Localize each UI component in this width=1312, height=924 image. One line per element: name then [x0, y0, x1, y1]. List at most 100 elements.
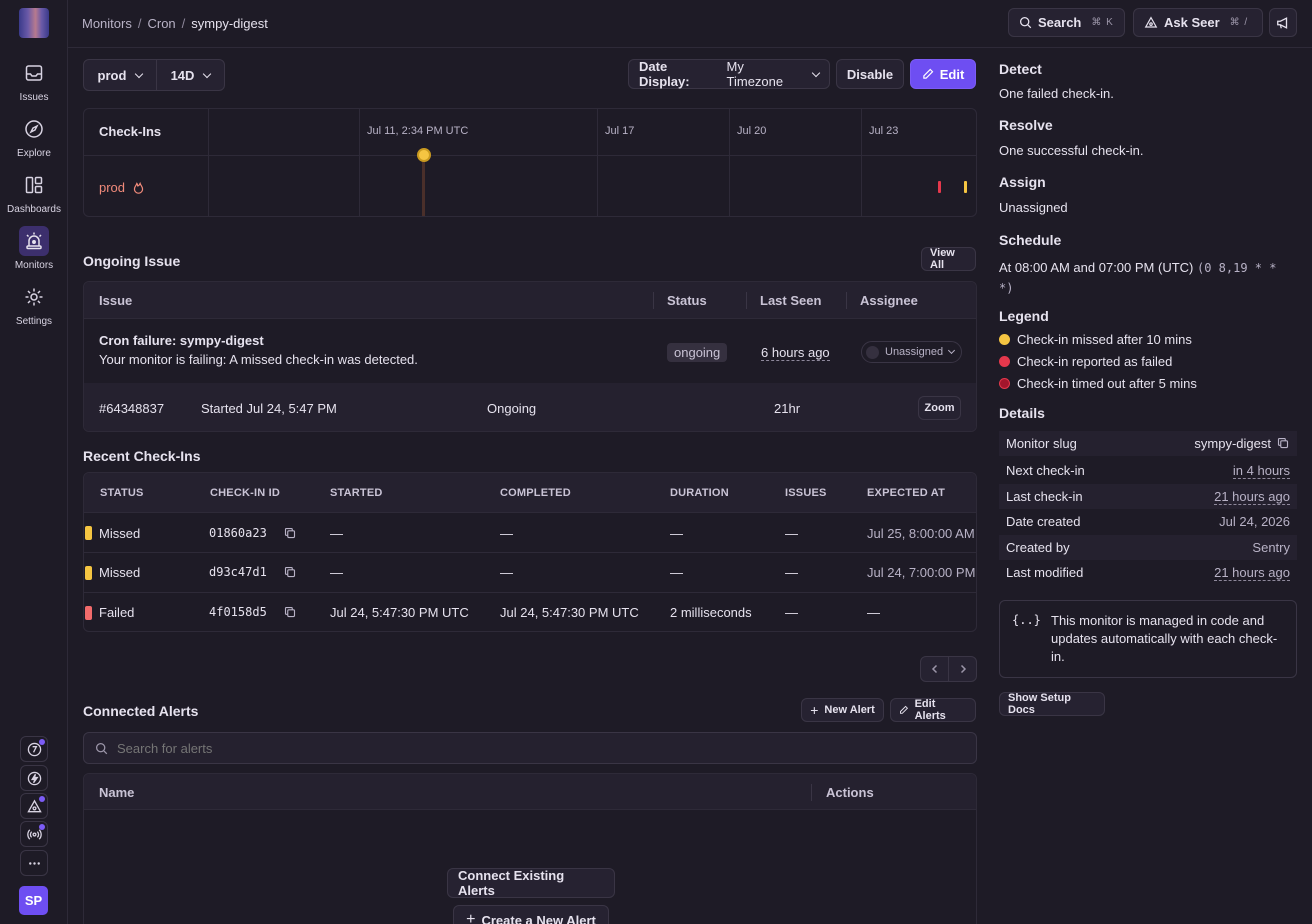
col-name: Name — [99, 785, 135, 800]
lightning-icon[interactable] — [20, 765, 48, 791]
zoom-button[interactable]: Zoom — [918, 396, 961, 420]
timeline-tick-failed[interactable] — [938, 181, 941, 193]
table-row[interactable]: Cron failure: sympy-digest Your monitor … — [84, 319, 976, 383]
edit-alerts-button[interactable]: Edit Alerts — [890, 698, 976, 722]
detect-text: One failed check-in. — [999, 86, 1114, 101]
timeline-marker[interactable] — [417, 148, 431, 162]
checkin-status: Failed — [99, 605, 135, 620]
sidebar-item-dashboards[interactable]: Dashboards — [0, 170, 68, 222]
create-new-alert-button[interactable]: + Create a New Alert — [453, 905, 609, 924]
show-setup-docs-button[interactable]: Show Setup Docs — [999, 692, 1105, 716]
col-assignee: Assignee — [860, 293, 918, 308]
detail-row-last-modified: Last modified 21 hours ago — [1006, 565, 1290, 581]
user-avatar[interactable]: SP — [19, 886, 48, 915]
managed-in-code-notice: {..} This monitor is managed in code and… — [999, 600, 1297, 678]
checkin-issues: — — [785, 526, 798, 541]
col-expected-at: EXPECTED AT — [867, 487, 945, 499]
copy-icon[interactable] — [284, 527, 296, 539]
copy-icon[interactable] — [1277, 437, 1289, 449]
ask-seer-button[interactable]: Ask Seer ⌘ / — [1133, 8, 1263, 37]
alerts-table: Name Actions Connect Existing Alerts + Cr… — [83, 773, 977, 924]
details-heading: Details — [999, 405, 1045, 421]
status-indicator — [85, 606, 92, 620]
environment-selector[interactable]: prod — [83, 59, 157, 91]
pencil-icon — [900, 705, 909, 714]
new-alert-button[interactable]: + New Alert — [801, 698, 884, 722]
checkin-started: Jul 24, 5:47:30 PM UTC — [330, 605, 469, 620]
seer-icon — [1144, 16, 1158, 28]
ongoing-issue-table: Issue Status Last Seen Assignee Cron fai… — [83, 281, 977, 432]
breadcrumb-monitors[interactable]: Monitors — [82, 16, 132, 31]
col-status: Status — [667, 293, 707, 308]
timeline-row-label: prod — [99, 180, 145, 195]
more-icon[interactable] — [20, 850, 48, 876]
status-badge: ongoing — [667, 343, 728, 362]
fire-icon — [133, 181, 143, 194]
timeline-cursor — [422, 155, 425, 216]
legend-heading: Legend — [999, 308, 1049, 324]
recent-checkins-title: Recent Check-Ins — [83, 448, 201, 464]
edit-button[interactable]: Edit — [910, 59, 976, 89]
assignee-selector[interactable]: Unassigned — [861, 341, 962, 363]
schedule-heading: Schedule — [999, 232, 1062, 248]
period-selector[interactable]: 14D — [156, 59, 225, 91]
checkin-completed: — — [500, 565, 513, 580]
code-braces-icon: {..} — [1012, 613, 1041, 627]
legend-item: Check-in missed after 10 mins — [999, 332, 1192, 347]
status-indicator — [85, 566, 92, 580]
alert-search-input[interactable] — [117, 738, 957, 758]
connect-existing-alerts-button[interactable]: Connect Existing Alerts — [447, 868, 615, 898]
sidebar-item-monitors[interactable]: Monitors — [0, 226, 68, 278]
sidebar-item-issues[interactable]: Issues — [0, 58, 68, 110]
chevron-down-icon — [811, 68, 821, 77]
assign-heading: Assign — [999, 174, 1046, 190]
prev-page-button[interactable] — [920, 656, 949, 682]
table-row: Missed d93c47d1 — — — — Jul 24, 7:00:00 … — [84, 553, 976, 593]
broadcast-icon[interactable] — [20, 821, 48, 847]
sidebar-item-settings[interactable]: Settings — [0, 282, 68, 334]
chevron-down-icon — [135, 69, 144, 78]
checkin-expected: Jul 24, 7:00:00 PM — [867, 565, 976, 580]
date-display-selector[interactable]: Date Display: My Timezone — [628, 59, 830, 89]
checkin-id: 01860a23 — [209, 526, 267, 540]
incident-row: #64348837 Started Jul 24, 5:47 PM Ongoin… — [84, 383, 976, 431]
managed-note-text: This monitor is managed in code and upda… — [1051, 613, 1278, 664]
legend-item: Check-in reported as failed — [999, 354, 1172, 369]
checkin-duration: — — [670, 565, 683, 580]
disable-button[interactable]: Disable — [836, 59, 904, 89]
timeline-tick-missed[interactable] — [964, 181, 967, 193]
breadcrumb-cron[interactable]: Cron — [147, 16, 175, 31]
incident-state: Ongoing — [487, 401, 537, 416]
col-last-seen: Last Seen — [760, 293, 822, 308]
avatar-placeholder — [866, 345, 879, 359]
gear-icon — [19, 282, 49, 312]
timeline-tick: Jul 20 — [737, 125, 767, 137]
timeline-tick: Jul 17 — [605, 125, 635, 137]
copy-icon[interactable] — [284, 606, 296, 618]
seer-icon[interactable] — [20, 793, 48, 819]
onboarding-icon[interactable] — [20, 736, 48, 762]
view-all-button[interactable]: View All — [921, 247, 976, 271]
ongoing-issue-title: Ongoing Issue — [83, 253, 181, 269]
detail-row-last-checkin: Last check-in 21 hours ago — [999, 484, 1297, 509]
checkin-started: — — [330, 565, 343, 580]
detail-row-monitor-slug: Monitor slug sympy-digest — [999, 431, 1297, 456]
copy-icon[interactable] — [284, 566, 296, 578]
issue-title[interactable]: Cron failure: sympy-digest — [99, 333, 264, 348]
next-page-button[interactable] — [948, 656, 977, 682]
incident-id: #64348837 — [99, 401, 165, 416]
sidebar-item-explore[interactable]: Explore — [0, 114, 68, 166]
incident-duration: 21hr — [774, 401, 801, 416]
search-icon — [95, 742, 108, 755]
announcements-button[interactable] — [1269, 8, 1297, 37]
col-started: STARTED — [330, 487, 383, 499]
checkin-completed: — — [500, 526, 513, 541]
alert-search — [83, 732, 977, 764]
legend-item: Check-in timed out after 5 mins — [999, 376, 1197, 391]
org-logo[interactable] — [19, 8, 49, 38]
resolve-text: One successful check-in. — [999, 143, 1144, 158]
chevron-down-icon — [203, 69, 212, 78]
schedule-text: At 08:00 AM and 07:00 PM (UTC) (0 8,19 *… — [999, 260, 1277, 295]
issue-description: Your monitor is failing: A missed check-… — [99, 352, 418, 367]
search-button[interactable]: Search ⌘ K — [1008, 8, 1125, 37]
